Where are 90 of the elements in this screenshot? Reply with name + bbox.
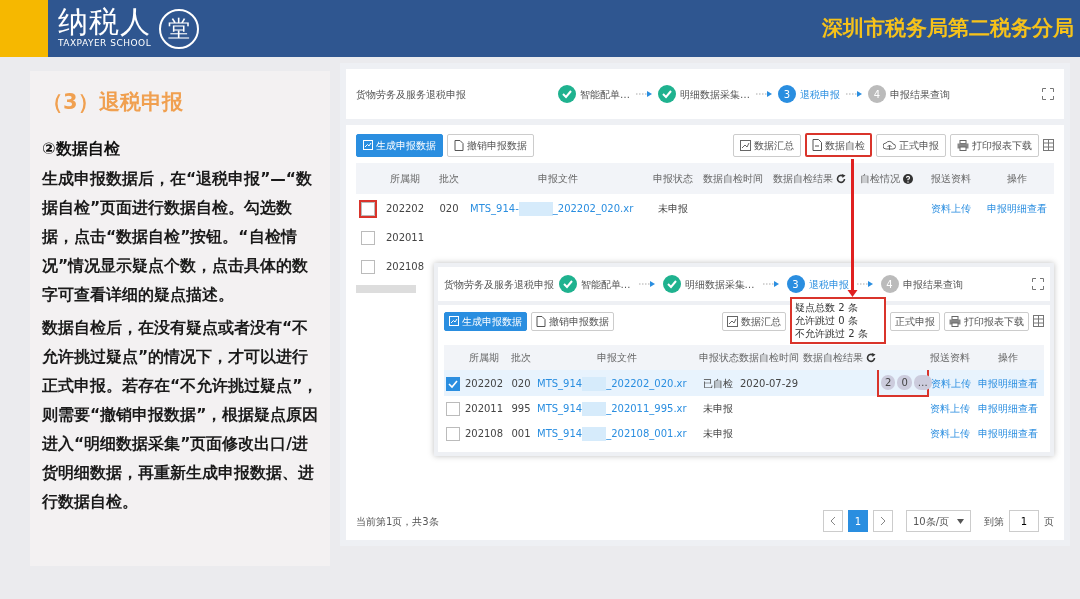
- column-header: 所属期: [469, 352, 499, 363]
- table-cell: 2020-07-29: [739, 377, 799, 389]
- logo-subtitle: TAXPAYER SCHOOL: [58, 37, 152, 50]
- column-header: 数据自检结果: [802, 352, 863, 363]
- step-number: 3: [778, 85, 796, 103]
- organization-title: 深圳市税务局第二税务分局: [822, 14, 1074, 42]
- table-cell: 未申报: [703, 403, 733, 414]
- file-link[interactable]: _202011_995.xr: [606, 403, 687, 414]
- table-cell: 020: [439, 203, 459, 214]
- toolbar-button[interactable]: 数据自检: [805, 133, 872, 157]
- step-number: 3: [786, 275, 805, 293]
- count-pill[interactable]: 0: [897, 375, 912, 390]
- table-cell: 202202: [385, 203, 425, 214]
- toolbar-button[interactable]: 数据汇总: [733, 133, 801, 157]
- toolbar-button[interactable]: 生成申报数据: [356, 133, 443, 157]
- column-header: 申报文件: [538, 173, 578, 184]
- toolbar-button[interactable]: 撤销申报数据: [447, 133, 534, 157]
- table-cell: 202011: [385, 232, 425, 243]
- step-label[interactable]: 智能配单…: [580, 86, 630, 102]
- goto-label: 到第: [984, 514, 1004, 529]
- table-row[interactable]: 202202 020 MTS_914 _202202_020.xr 已自检 2020-07-29 2 0 … 资料上传 申报明细查看: [444, 370, 1044, 396]
- lesson-paragraph: 数据自检后，在没有疑点或者没有“不允许挑过疑点”的情况下，才可以进行正式申报。若存在“不允许挑过疑点”，则需要“撤销申报数据”，根据疑点原因进入“明细数据采集”页面修改出口/进货明细数据，再重新生成申报数据、进行数据自检。: [42, 317, 320, 513]
- column-header: 批次: [511, 352, 531, 363]
- column-header: 操作: [1007, 173, 1027, 184]
- file-link[interactable]: _202108_001.xr: [606, 428, 687, 439]
- file-link[interactable]: MTS_914-: [470, 203, 519, 214]
- table-cell: 已自检: [703, 377, 733, 389]
- goto-unit: 页: [1044, 514, 1054, 529]
- column-header: 操作: [998, 352, 1018, 363]
- lesson-subheading: ②数据自检: [42, 137, 121, 160]
- detail-link[interactable]: 申报明细查看: [987, 203, 1047, 214]
- step-number: 4: [880, 275, 899, 293]
- column-header: 数据自检时间: [703, 173, 763, 184]
- detail-link[interactable]: 申报明细查看: [978, 403, 1038, 414]
- goto-page-field[interactable]: 1: [1009, 510, 1039, 532]
- toolbar-button[interactable]: 生成申报数据: [444, 311, 527, 331]
- docs-link[interactable]: 资料上传: [930, 403, 970, 414]
- table-cell: 202202: [464, 377, 504, 389]
- toolbar-button[interactable]: 打印报表下载: [950, 133, 1039, 157]
- column-header: 自检情况: [859, 173, 900, 184]
- step-label[interactable]: 退税申报: [808, 276, 849, 292]
- page-title: 货物劳务及服务退税申报: [444, 277, 554, 292]
- column-header: 数据自检时间: [739, 352, 799, 363]
- table-cell: 未申报: [703, 428, 733, 439]
- column-header: 申报状态: [653, 173, 693, 184]
- step-label[interactable]: 智能配单…: [580, 276, 631, 292]
- count-pill[interactable]: 2: [881, 375, 896, 390]
- docs-link[interactable]: 资料上传: [931, 203, 971, 214]
- page-summary: 当前第1页，共3条: [356, 514, 439, 529]
- docs-link[interactable]: 资料上传: [930, 428, 970, 439]
- popover-line: 允许跳过 0 条: [795, 314, 859, 327]
- column-header: 报送资料: [930, 352, 970, 363]
- detail-link[interactable]: 申报明细查看: [978, 428, 1038, 439]
- toolbar-button[interactable]: 撤销申报数据: [531, 311, 614, 331]
- table-cell: 001: [511, 428, 531, 439]
- popover-line: 疑点总数 2 条: [795, 301, 859, 314]
- table-cell: 202011: [464, 403, 504, 414]
- lesson-heading: （3）退税申报: [42, 89, 184, 116]
- toolbar-button[interactable]: 打印报表下载: [944, 311, 1029, 331]
- page-button[interactable]: 1: [847, 510, 868, 532]
- table-cell: 020: [511, 377, 531, 389]
- file-link[interactable]: MTS_914: [537, 428, 583, 439]
- logo-badge: 堂: [159, 8, 200, 49]
- column-header: 数据自检结果: [772, 173, 833, 184]
- file-link[interactable]: _202202_020.xr: [552, 203, 634, 214]
- step-label[interactable]: 明细数据采集…: [684, 276, 755, 292]
- step-label[interactable]: 申报结果查询: [902, 276, 963, 292]
- step-label[interactable]: 申报结果查询: [890, 86, 950, 102]
- step-label[interactable]: 明细数据采集…: [680, 86, 750, 102]
- toolbar-button[interactable]: 正式申报: [876, 133, 946, 157]
- lesson-paragraph: 生成申报数据后，在“退税申报”—“数据自检”页面进行数据自检。勾选数据，点击“数据自检”按钮。“自检情况”情况显示疑点个数，点击具体的数字可查看详细的疑点描述。: [42, 168, 314, 306]
- logo-text: 纳税人: [58, 6, 152, 37]
- file-link[interactable]: MTS_914: [537, 403, 583, 414]
- page-size-select[interactable]: 10条/页: [905, 510, 971, 532]
- page-title: 货物劳务及服务退税申报: [356, 87, 466, 102]
- column-header: 报送资料: [931, 173, 971, 184]
- popover-line: 不允许跳过 2 条: [795, 327, 869, 340]
- step-number: 4: [868, 85, 886, 103]
- table-cell: 202108: [385, 261, 425, 272]
- table-cell: 995: [511, 403, 531, 414]
- toolbar-button[interactable]: 正式申报: [890, 311, 940, 331]
- count-pill[interactable]: …: [913, 375, 932, 390]
- table-cell: 202108: [464, 428, 504, 439]
- column-header: 申报状态: [699, 352, 739, 363]
- column-header: 所属期: [390, 173, 420, 184]
- toolbar-button[interactable]: 数据汇总: [722, 311, 786, 331]
- table-cell: 未申报: [658, 203, 688, 214]
- column-header: 申报文件: [597, 352, 637, 363]
- step-label[interactable]: 退税申报: [800, 86, 840, 102]
- column-header: 批次: [439, 173, 459, 184]
